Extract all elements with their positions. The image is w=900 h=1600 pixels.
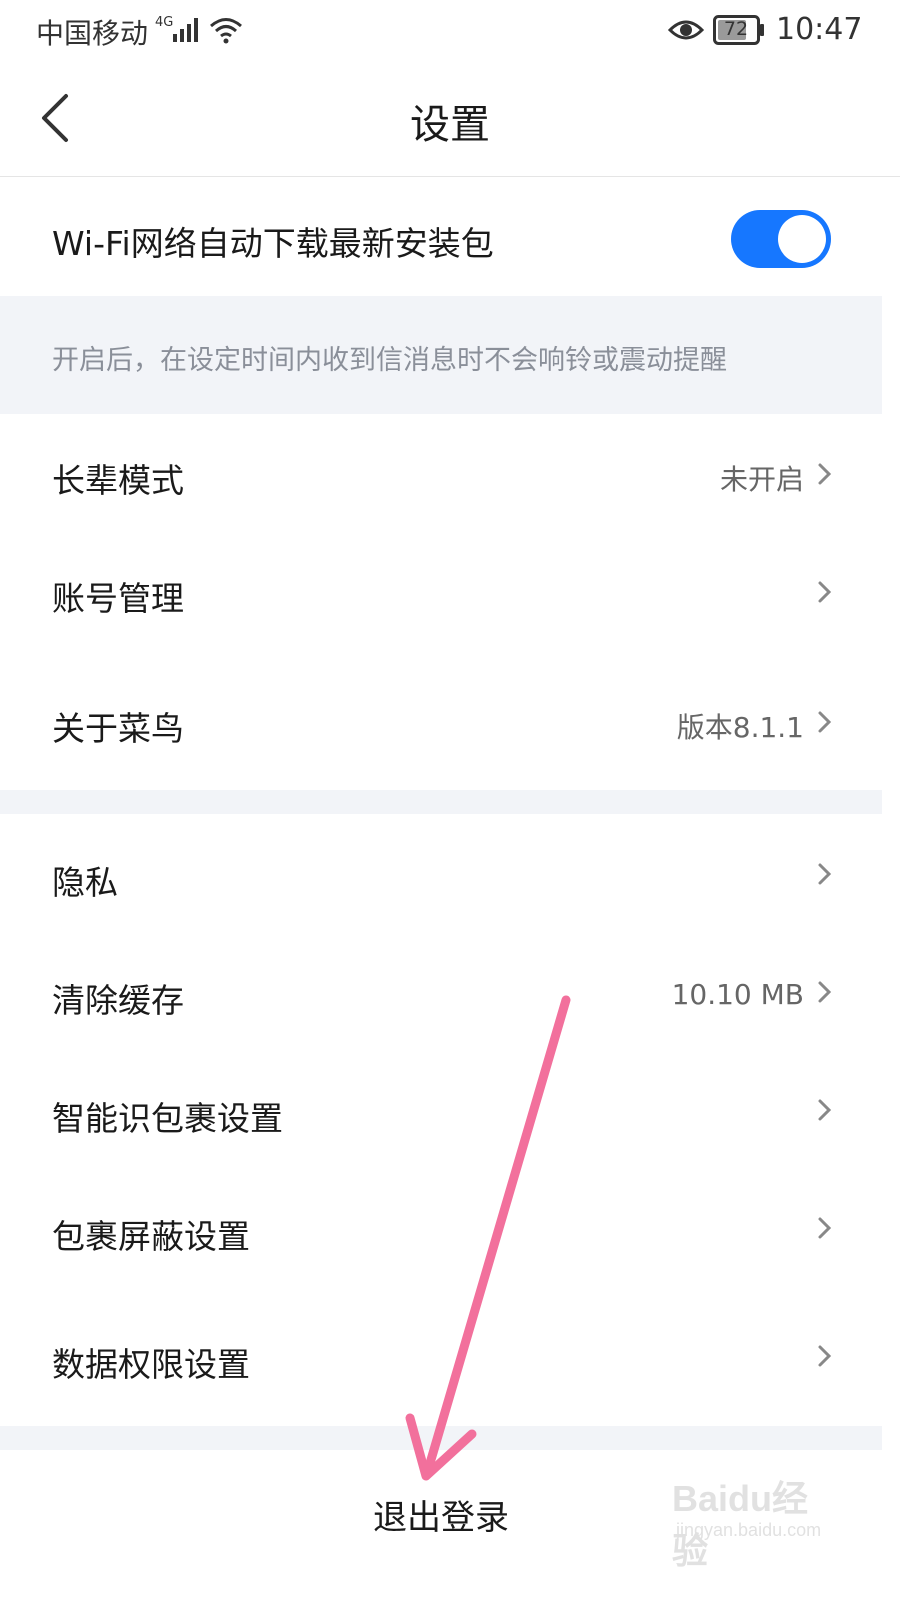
nav-bar: 设置 [0, 62, 900, 177]
wifi-download-toggle[interactable] [731, 210, 831, 268]
cache-size-value: 10.10 MB [671, 978, 804, 1011]
page-title: 设置 [410, 102, 490, 148]
status-bar: 中国移动 4G 72 10:47 [0, 0, 900, 62]
smart-parcel-row[interactable]: 智能识包裹设置 [0, 1052, 900, 1170]
elder-mode-row[interactable]: 长辈模式 未开启 [0, 414, 900, 534]
wifi-download-label: Wi-Fi网络自动下载最新安装包 [52, 224, 494, 263]
clock: 10:47 [776, 12, 863, 47]
version-value: 版本8.1.1 [676, 711, 804, 744]
chevron-right-icon [818, 1217, 832, 1239]
chevron-right-icon [818, 863, 832, 885]
baidu-watermark: Baidu经验 jingyan.baidu.com [672, 1470, 842, 1571]
battery-level: 72 [723, 18, 749, 40]
parcel-block-row[interactable]: 包裹屏蔽设置 [0, 1170, 900, 1288]
toggle-knob [778, 215, 826, 263]
data-permission-row[interactable]: 数据权限设置 [0, 1288, 900, 1426]
chevron-right-icon [818, 581, 832, 603]
hint-band: 开启后，在设定时间内收到信消息时不会响铃或震动提醒 [0, 296, 882, 414]
eye-icon [668, 20, 704, 40]
section-divider [0, 790, 882, 814]
elder-mode-label: 长辈模式 [52, 461, 184, 500]
parcel-block-label: 包裹屏蔽设置 [52, 1217, 250, 1256]
account-label: 账号管理 [52, 579, 184, 618]
chevron-right-icon [818, 981, 832, 1003]
carrier-name: 中国移动 [36, 17, 149, 50]
wifi-download-row: Wi-Fi网络自动下载最新安装包 [0, 177, 900, 296]
chevron-right-icon [818, 463, 832, 485]
about-label: 关于菜鸟 [52, 709, 184, 748]
network-type-label: 4G [155, 15, 173, 30]
clear-cache-row[interactable]: 清除缓存 10.10 MB [0, 934, 900, 1052]
privacy-label: 隐私 [52, 863, 118, 902]
smart-parcel-label: 智能识包裹设置 [52, 1099, 283, 1138]
account-row[interactable]: 账号管理 [0, 534, 900, 652]
chevron-right-icon [818, 711, 832, 733]
clear-cache-label: 清除缓存 [52, 981, 184, 1020]
signal-icon: 4G [155, 15, 242, 44]
hint-text: 开启后，在设定时间内收到信消息时不会响铃或震动提醒 [52, 345, 727, 376]
watermark-url: jingyan.baidu.com [676, 1520, 822, 1540]
privacy-row[interactable]: 隐私 [0, 814, 900, 934]
chevron-right-icon [818, 1345, 832, 1367]
about-row[interactable]: 关于菜鸟 版本8.1.1 [0, 652, 900, 790]
elder-mode-value: 未开启 [719, 463, 804, 496]
data-permission-label: 数据权限设置 [52, 1345, 250, 1384]
chevron-right-icon [818, 1099, 832, 1121]
section-divider [0, 1426, 882, 1450]
